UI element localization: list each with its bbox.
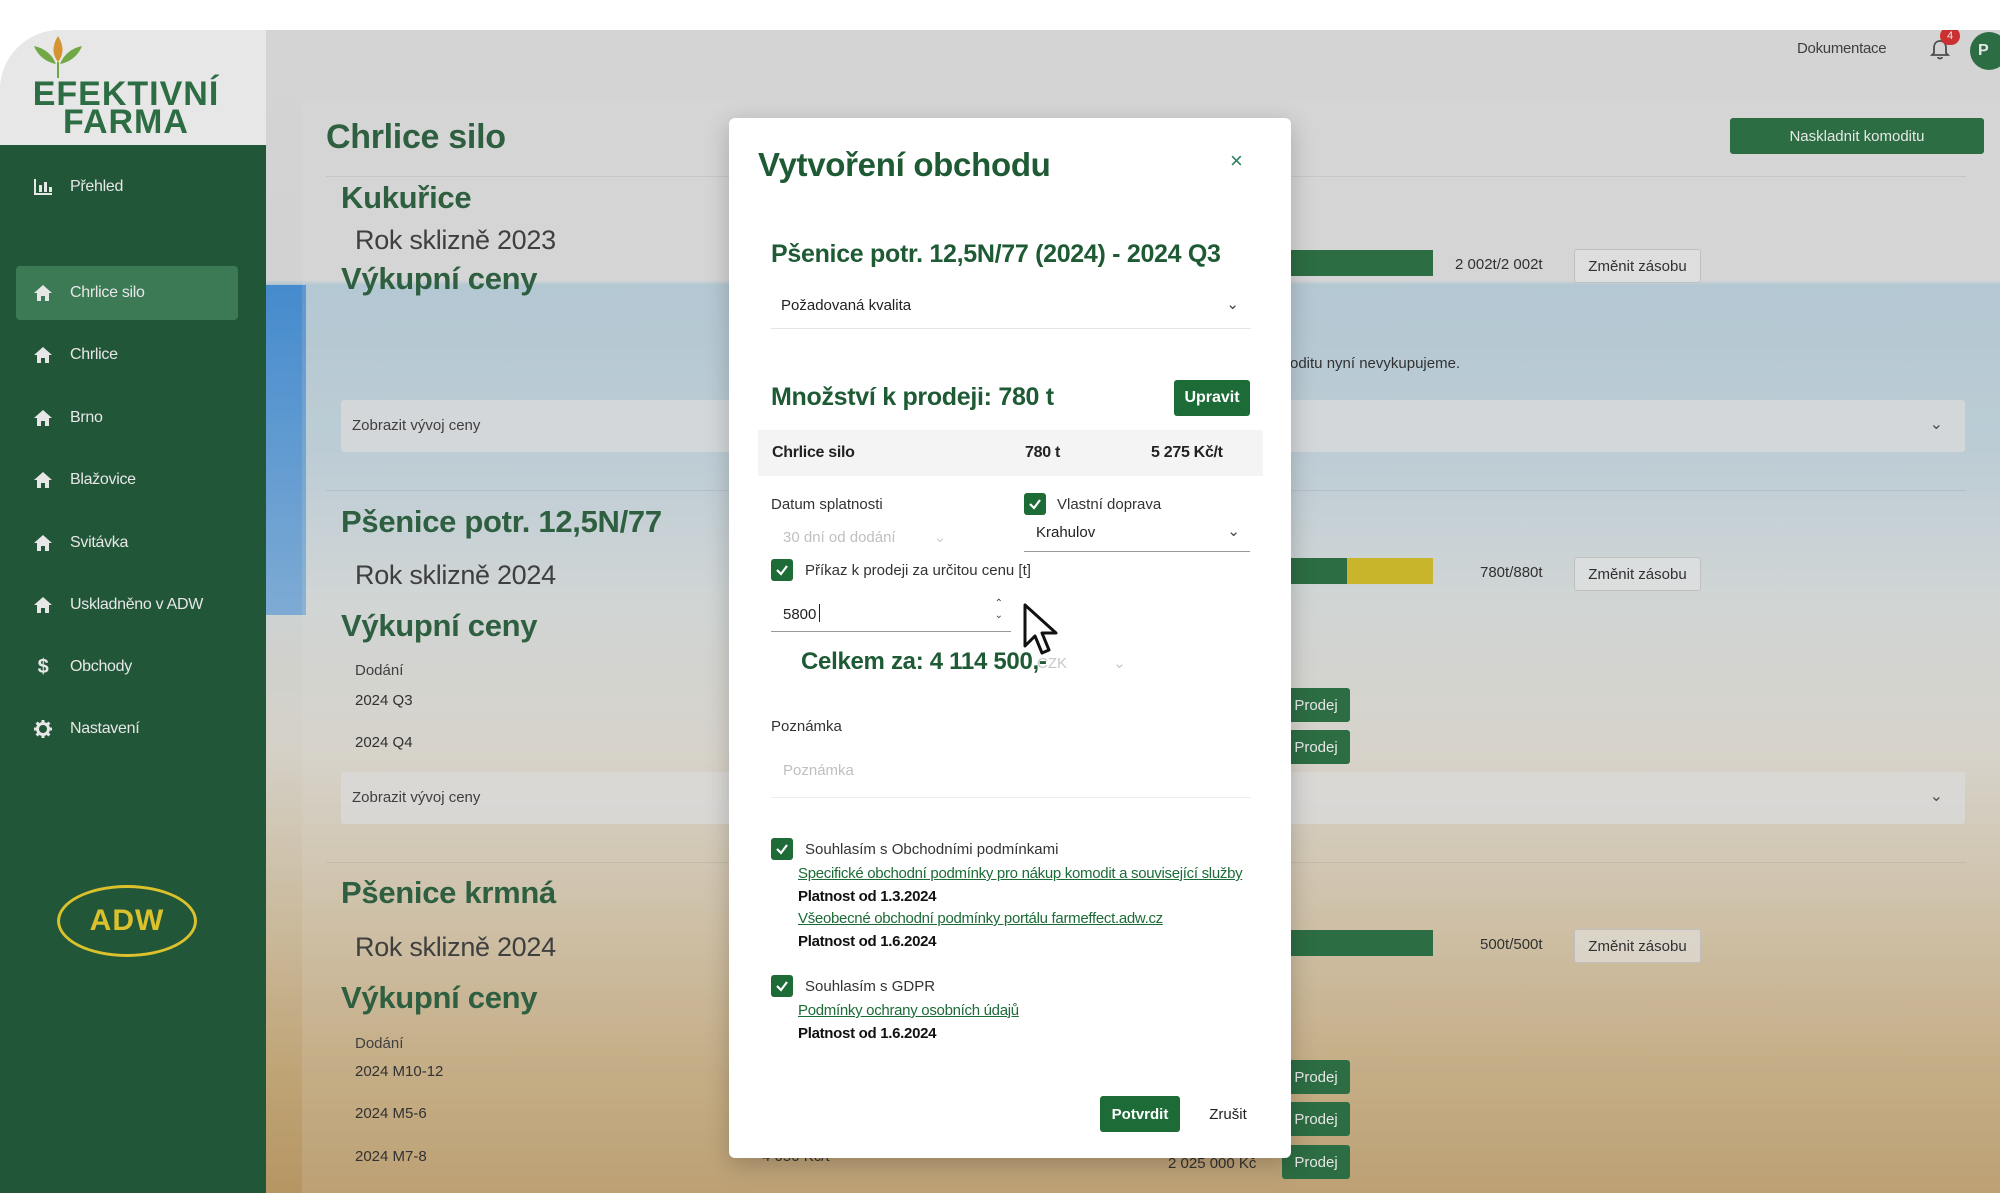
check-icon xyxy=(1029,499,1041,510)
create-trade-dialog: Vytvoření obchodu × Pšenice potr. 12,5N/… xyxy=(729,118,1291,1158)
dialog-title: Vytvoření obchodu xyxy=(758,146,1051,183)
note-input[interactable]: Poznámka xyxy=(771,746,1251,798)
silo-price: 5 275 Kč/t xyxy=(1151,444,1223,461)
gdpr-validity: Platnost od 1.6.2024 xyxy=(798,1025,937,1042)
cancel-button[interactable]: Zrušit xyxy=(1199,1096,1257,1132)
gdpr-checkbox[interactable] xyxy=(771,975,793,997)
app-window: EFEKTIVNÍ FARMA Přehled Chrlice silo Chr… xyxy=(0,30,2000,1193)
confirm-button[interactable]: Potvrdit xyxy=(1100,1096,1180,1132)
general-terms-link[interactable]: Všeobecné obchodní podmínky portálu farm… xyxy=(798,910,1163,927)
silo-name: Chrlice silo xyxy=(772,444,855,461)
price-order-checkbox[interactable] xyxy=(771,559,793,581)
close-icon[interactable]: × xyxy=(1230,148,1243,174)
gdpr-label: Souhlasím s GDPR xyxy=(805,978,936,995)
amount-to-sell: Množství k prodeji: 780 t xyxy=(771,383,1054,411)
quality-select-label: Požadovaná kvalita xyxy=(781,297,912,314)
terms-validity: Platnost od 1.3.2024 xyxy=(798,888,937,905)
chevron-down-icon: ⌄ xyxy=(1226,296,1239,313)
price-order-label: Příkaz k prodeji za určitou cenu [t] xyxy=(805,562,1031,579)
number-stepper-icon[interactable]: ⌃ ⌄ xyxy=(995,598,1003,622)
due-date-select: 30 dní od dodání ⌄ xyxy=(783,528,946,546)
product-title: Pšenice potr. 12,5N/77 (2024) - 2024 Q3 xyxy=(771,240,1221,268)
note-placeholder: Poznámka xyxy=(783,762,854,779)
terms-validity: Platnost od 1.6.2024 xyxy=(798,933,937,950)
silo-amount: 780 t xyxy=(1025,444,1060,461)
transport-location-value: Krahulov xyxy=(1036,524,1096,541)
mouse-pointer-icon xyxy=(1023,603,1058,655)
check-icon xyxy=(776,565,788,576)
check-icon xyxy=(776,844,788,855)
terms-checkbox[interactable] xyxy=(771,838,793,860)
edit-amount-button[interactable]: Upravit xyxy=(1174,380,1250,416)
total-amount: Celkem za: 4 114 500,- xyxy=(801,648,1047,675)
due-date-value: 30 dní od dodání xyxy=(783,529,896,546)
terms-label: Souhlasím s Obchodními podmínkami xyxy=(805,841,1059,858)
silo-summary-row: Chrlice silo 780 t 5 275 Kč/t xyxy=(758,430,1263,476)
chevron-down-icon: ⌄ xyxy=(1227,523,1240,540)
limit-price-value: 5800 xyxy=(783,606,817,623)
chevron-down-icon: ⌄ xyxy=(1113,655,1126,672)
own-transport-label: Vlastní doprava xyxy=(1057,496,1162,513)
specific-terms-link[interactable]: Specifické obchodní podmínky pro nákup k… xyxy=(798,865,1243,882)
transport-location-select[interactable]: Krahulov ⌄ xyxy=(1024,516,1250,552)
privacy-policy-link[interactable]: Podmínky ochrany osobních údajů xyxy=(798,1002,1019,1019)
quality-select[interactable]: Požadovaná kvalita ⌄ xyxy=(771,283,1251,329)
limit-price-input[interactable]: 5800 ⌃ ⌄ xyxy=(771,594,1011,632)
text-caret xyxy=(819,604,820,622)
check-icon xyxy=(776,981,788,992)
note-label: Poznámka xyxy=(771,718,842,735)
chevron-down-icon: ⌄ xyxy=(933,529,947,546)
due-date-label: Datum splatnosti xyxy=(771,496,883,513)
own-transport-checkbox[interactable] xyxy=(1024,493,1046,515)
